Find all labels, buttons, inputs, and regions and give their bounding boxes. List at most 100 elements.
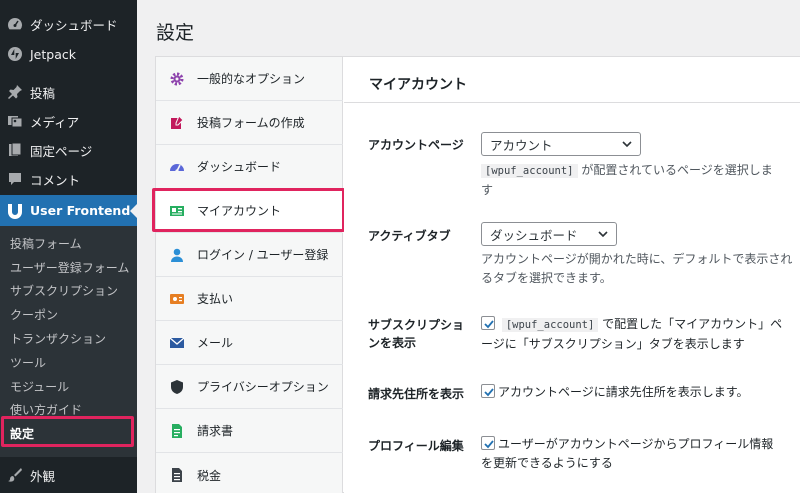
submenu-item-registration-forms[interactable]: ユーザー登録フォーム [10, 259, 129, 276]
show-billing-label: 請求先住所を表示 [368, 387, 465, 401]
divider [344, 102, 800, 103]
sidebar-item-pages[interactable]: 固定ページ [0, 138, 137, 162]
settings-tab-label: 支払い [197, 292, 234, 306]
settings-tab-label: プライバシーオプション [197, 380, 329, 394]
option-text: ージに「サブスクリプション」タブを表示します [481, 337, 745, 351]
user-icon [156, 247, 197, 263]
account-page-label: アカウントページ [368, 138, 464, 152]
admin-sidebar: ダッシュボード Jetpack 投稿 メディア 固定ページ コメント User … [0, 0, 137, 493]
sidebar-item-label: 固定ページ [30, 143, 93, 159]
account-page-select-value: アカウント [490, 137, 553, 153]
mail-icon [156, 335, 197, 351]
shortcode: [wpuf_account] [481, 164, 578, 178]
sidebar-item-jetpack[interactable]: Jetpack [0, 42, 137, 66]
sidebar-item-user-frontend[interactable]: User Frontend [0, 195, 137, 226]
option-text: で配置した「マイアカウント」ペ [602, 317, 783, 331]
page-icon [0, 142, 30, 158]
description-text: が配置されているページを選択しま [581, 163, 773, 177]
show-billing-option: アカウントページに請求先住所を表示します。 [481, 383, 749, 402]
settings-highlight-box [1, 416, 134, 447]
submenu-item-tools[interactable]: ツール [10, 354, 46, 371]
settings-container: 一般的なオプション 投稿フォームの作成 ダッシュボード マイアカウント ログイン… [152, 56, 800, 493]
sidebar-item-label: User Frontend [30, 203, 131, 218]
jetpack-icon [0, 46, 30, 62]
settings-nav: 一般的なオプション 投稿フォームの作成 ダッシュボード マイアカウント ログイン… [152, 57, 345, 493]
payment-icon [156, 291, 197, 307]
comment-icon [0, 171, 30, 187]
submenu-item-modules[interactable]: モジュール [10, 378, 69, 395]
active-tab-description: アカウントページが開かれた時に、デフォルトで表示され るタブを選択できます。 [481, 250, 792, 288]
submenu-item-transactions[interactable]: トランザクション [10, 330, 106, 347]
settings-tab-invoice[interactable]: 請求書 [156, 409, 343, 453]
show-billing-checkbox[interactable] [481, 384, 495, 398]
dashboard-icon [0, 16, 30, 32]
my-account-highlight-box [152, 188, 345, 232]
sidebar-item-label: ダッシュボード [30, 17, 118, 33]
sidebar-item-dashboard[interactable]: ダッシュボード [0, 12, 137, 36]
panel-title: マイアカウント [369, 77, 467, 93]
settings-panel: マイアカウント アカウントページ アカウント [wpuf_account] が配… [344, 57, 800, 493]
settings-tab-label: 投稿フォームの作成 [197, 116, 305, 130]
gear-icon [156, 71, 197, 87]
shield-icon [156, 379, 197, 395]
sidebar-item-label: 外観 [30, 468, 56, 484]
settings-tab-payment[interactable]: 支払い [156, 277, 343, 321]
settings-tab-general[interactable]: 一般的なオプション [156, 57, 343, 101]
description-text: す [481, 183, 494, 197]
tax-icon [156, 467, 197, 483]
settings-tab-mail[interactable]: メール [156, 321, 343, 365]
settings-tab-privacy[interactable]: プライバシーオプション [156, 365, 343, 409]
settings-tab-label: 税金 [197, 468, 222, 483]
active-tab-label: アクティブタブ [368, 229, 451, 243]
current-menu-arrow [130, 203, 137, 218]
chevron-down-icon [621, 137, 633, 154]
settings-tab-label: メール [197, 336, 234, 350]
edit-post-icon [156, 114, 197, 131]
invoice-icon [156, 423, 197, 439]
option-text: ユーザーがアカウントページからプロフィール情報 [498, 437, 774, 451]
description-text: アカウントページが開かれた時に、デフォルトで表示され [481, 252, 793, 266]
sidebar-item-comments[interactable]: コメント [0, 167, 137, 191]
sidebar-item-media[interactable]: メディア [0, 109, 137, 133]
profile-edit-checkbox[interactable] [481, 436, 495, 450]
settings-tab-post-form[interactable]: 投稿フォームの作成 [156, 101, 343, 145]
label-text: ンを表示 [368, 336, 417, 350]
account-page-description: [wpuf_account] が配置されているページを選択しま す [481, 161, 773, 200]
settings-tab-login-registration[interactable]: ログイン / ユーザー登録 [156, 233, 343, 277]
shortcode: [wpuf_account] [501, 318, 599, 332]
active-tab-select-value: ダッシュボード [490, 227, 578, 243]
sidebar-item-appearance[interactable]: 外観 [0, 463, 137, 487]
gauge-icon [156, 159, 197, 175]
settings-tab-label: 一般的なオプション [197, 72, 306, 86]
label-text: サブスクリプショ [368, 318, 465, 332]
sidebar-item-label: メディア [30, 114, 80, 130]
active-tab-select[interactable]: ダッシュボード [481, 222, 617, 246]
page-title: 設定 [156, 22, 195, 44]
submenu-item-post-forms[interactable]: 投稿フォーム [10, 235, 82, 252]
show-subscription-checkbox[interactable] [481, 316, 495, 330]
show-subscription-option: [wpuf_account] で配置した「マイアカウント」ペ ージに「サブスクリ… [481, 315, 782, 354]
settings-tab-label: 請求書 [197, 424, 234, 438]
pin-icon [0, 84, 30, 100]
option-text: を更新できるようにする [481, 456, 613, 470]
settings-tab-tax[interactable]: 税金 [156, 453, 343, 493]
show-subscription-label: サブスクリプショ ンを表示 [368, 316, 464, 352]
settings-tab-label: ログイン / ユーザー登録 [197, 248, 329, 262]
submenu-item-coupons[interactable]: クーポン [10, 306, 58, 323]
media-icon [0, 113, 30, 129]
sidebar-item-label: 投稿 [30, 85, 56, 101]
description-text: るタブを選択できます。 [481, 271, 612, 285]
sidebar-item-label: Jetpack [30, 46, 76, 62]
option-text: アカウントページに請求先住所を表示します。 [498, 385, 749, 399]
profile-edit-label: プロフィール編集 [368, 439, 464, 453]
profile-edit-option: ユーザーがアカウントページからプロフィール情報 を更新できるようにする [481, 435, 773, 473]
sidebar-item-label: コメント [30, 172, 81, 188]
appearance-icon [0, 467, 30, 483]
sidebar-item-posts[interactable]: 投稿 [0, 80, 137, 104]
chevron-down-icon [597, 227, 609, 244]
settings-tab-label: ダッシュボード [197, 160, 282, 174]
submenu-item-subscriptions[interactable]: サブスクリプション [10, 282, 118, 299]
settings-tab-dashboard[interactable]: ダッシュボード [156, 145, 343, 189]
user-frontend-icon [0, 203, 30, 219]
account-page-select[interactable]: アカウント [481, 132, 641, 156]
